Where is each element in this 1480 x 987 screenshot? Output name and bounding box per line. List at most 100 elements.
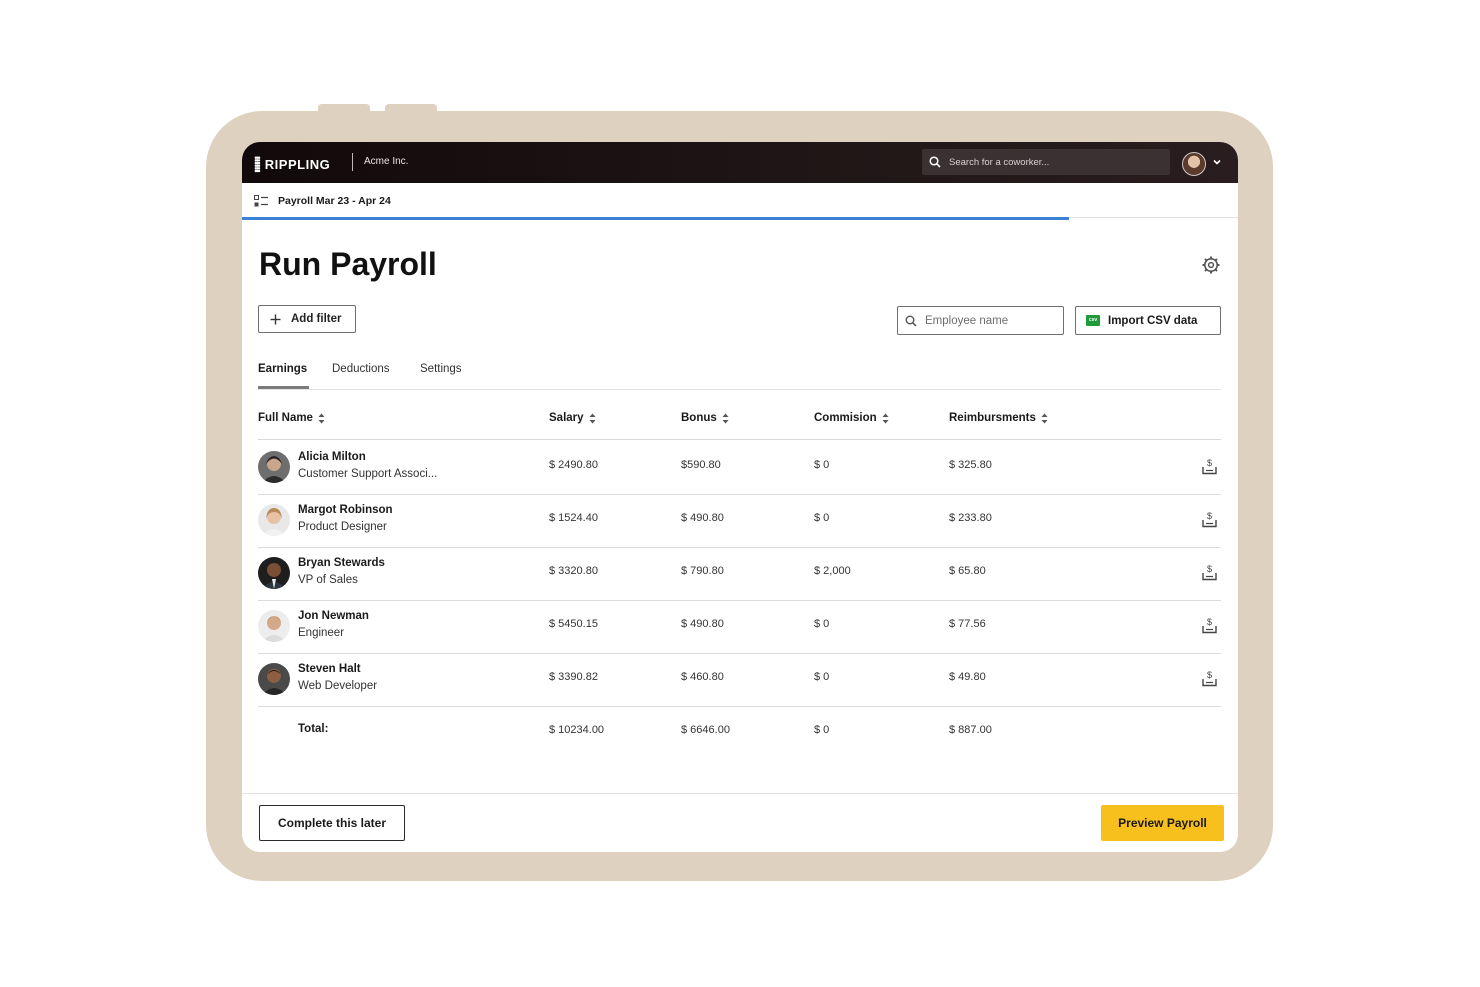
avatar [258, 504, 290, 536]
plus-icon [270, 314, 281, 324]
reimbursements-cell[interactable]: $ 65.80 [949, 565, 986, 577]
checklist-icon[interactable] [254, 195, 269, 208]
gear-icon[interactable] [1201, 255, 1221, 275]
salary-cell[interactable]: $ 5450.15 [549, 618, 598, 630]
svg-text:$: $ [1207, 617, 1212, 627]
employee-name: Jon Newman [298, 610, 369, 622]
svg-text:$: $ [1207, 564, 1212, 574]
employee-role: Web Developer [298, 680, 378, 692]
company-name: Acme Inc. [364, 156, 409, 167]
commission-cell[interactable]: $ 0 [814, 671, 829, 683]
total-reimbursements: $ 887.00 [949, 724, 992, 736]
svg-text:$: $ [1207, 670, 1212, 680]
payment-download-icon[interactable]: $ [1202, 564, 1217, 581]
user-avatar[interactable] [1182, 152, 1206, 176]
search-icon [905, 315, 917, 327]
sort-icon [722, 413, 729, 423]
column-bonus[interactable]: Bonus [681, 412, 729, 424]
reimbursements-cell[interactable]: $ 233.80 [949, 512, 992, 524]
table-row[interactable]: Alicia Milton Customer Support Associ...… [258, 441, 1221, 495]
employee-name-search[interactable]: Employee name [897, 306, 1064, 335]
column-label: Full Name [258, 412, 313, 424]
employee-role: Customer Support Associ... [298, 468, 438, 480]
column-reimbursements[interactable]: Reimbursments [949, 412, 1048, 424]
import-csv-button[interactable]: csv Import CSV data [1075, 306, 1221, 335]
payroll-period-title: Payroll Mar 23 - Apr 24 [278, 195, 391, 207]
reimbursements-cell[interactable]: $ 49.80 [949, 671, 986, 683]
table-row[interactable]: Steven Halt Web Developer $ 3390.82 $ 46… [258, 653, 1221, 707]
add-filter-button[interactable]: Add filter [258, 305, 356, 333]
table-row[interactable]: Margot Robinson Product Designer $ 1524.… [258, 494, 1221, 548]
top-navigation-bar: ⸽⸽⸽ RIPPLING Acme Inc. Search for a cowo… [242, 142, 1238, 183]
app-screen: ⸽⸽⸽ RIPPLING Acme Inc. Search for a cowo… [242, 142, 1238, 852]
salary-cell[interactable]: $ 3390.82 [549, 671, 598, 683]
rippling-logo[interactable]: ⸽⸽⸽ RIPPLING [254, 155, 330, 174]
employee-role: Engineer [298, 627, 345, 639]
svg-text:$: $ [1207, 511, 1212, 521]
payroll-progress-bar [242, 217, 1069, 220]
sort-icon [318, 413, 325, 423]
employee-name: Alicia Milton [298, 451, 366, 463]
svg-text:$: $ [1207, 458, 1212, 468]
active-tab-indicator [258, 386, 309, 389]
column-commission[interactable]: Commision [814, 412, 889, 424]
column-salary[interactable]: Salary [549, 412, 596, 424]
total-label: Total: [298, 723, 329, 735]
logo-divider [352, 153, 353, 171]
total-commission: $ 0 [814, 724, 830, 736]
import-csv-label: Import CSV data [1108, 314, 1198, 327]
bonus-cell[interactable]: $590.80 [681, 459, 721, 471]
column-full-name[interactable]: Full Name [258, 412, 325, 424]
search-icon [929, 156, 941, 168]
employee-role: VP of Sales [298, 574, 358, 586]
payment-download-icon[interactable]: $ [1202, 670, 1217, 687]
tab-earnings[interactable]: Earnings [258, 363, 307, 375]
reimbursements-cell[interactable]: $ 325.80 [949, 459, 992, 471]
salary-cell[interactable]: $ 3320.80 [549, 565, 598, 577]
employee-name: Margot Robinson [298, 504, 393, 516]
tab-settings[interactable]: Settings [420, 363, 462, 375]
page-title: Run Payroll [259, 246, 437, 282]
employee-name-placeholder: Employee name [925, 314, 1009, 327]
bonus-cell[interactable]: $ 490.80 [681, 618, 724, 630]
chevron-down-icon[interactable] [1212, 157, 1222, 167]
employee-role: Product Designer [298, 521, 387, 533]
commission-cell[interactable]: $ 0 [814, 512, 829, 524]
table-row[interactable]: Jon Newman Engineer $ 5450.15 $ 490.80 $… [258, 600, 1221, 654]
sort-icon [1041, 413, 1048, 423]
total-salary: $ 10234.00 [549, 724, 605, 736]
salary-cell[interactable]: $ 1524.40 [549, 512, 598, 524]
avatar [258, 557, 290, 589]
bonus-cell[interactable]: $ 460.80 [681, 671, 724, 683]
column-label: Bonus [681, 412, 717, 424]
column-label: Commision [814, 412, 877, 424]
payment-download-icon[interactable]: $ [1202, 458, 1217, 475]
payment-download-icon[interactable]: $ [1202, 511, 1217, 528]
avatar [258, 610, 290, 642]
bonus-cell[interactable]: $ 790.80 [681, 565, 724, 577]
complete-later-button[interactable]: Complete this later [259, 805, 405, 841]
employee-name: Steven Halt [298, 663, 361, 675]
avatar [258, 663, 290, 695]
coworker-search-placeholder: Search for a coworker... [949, 156, 1050, 168]
table-row[interactable]: Bryan Stewards VP of Sales $ 3320.80 $ 7… [258, 547, 1221, 601]
tab-deductions[interactable]: Deductions [332, 363, 390, 375]
payment-download-icon[interactable]: $ [1202, 617, 1217, 634]
total-row: Total: $ 10234.00 $ 6646.00 $ 0 $ 887.00 [258, 707, 1221, 747]
total-bonus: $ 6646.00 [681, 724, 730, 736]
csv-file-icon: csv [1086, 315, 1100, 326]
salary-cell[interactable]: $ 2490.80 [549, 459, 598, 471]
avatar [258, 451, 290, 483]
reimbursements-cell[interactable]: $ 77.56 [949, 618, 986, 630]
add-filter-label: Add filter [291, 313, 342, 325]
coworker-search[interactable]: Search for a coworker... [922, 149, 1170, 175]
commission-cell[interactable]: $ 2,000 [814, 565, 851, 577]
commission-cell[interactable]: $ 0 [814, 459, 829, 471]
preview-payroll-button[interactable]: Preview Payroll [1101, 805, 1224, 841]
bonus-cell[interactable]: $ 490.80 [681, 512, 724, 524]
payroll-period-bar: Payroll Mar 23 - Apr 24 [242, 183, 1238, 218]
commission-cell[interactable]: $ 0 [814, 618, 829, 630]
employee-name: Bryan Stewards [298, 557, 385, 569]
column-label: Salary [549, 412, 584, 424]
earnings-tabs: Earnings Deductions Settings [258, 362, 1221, 390]
